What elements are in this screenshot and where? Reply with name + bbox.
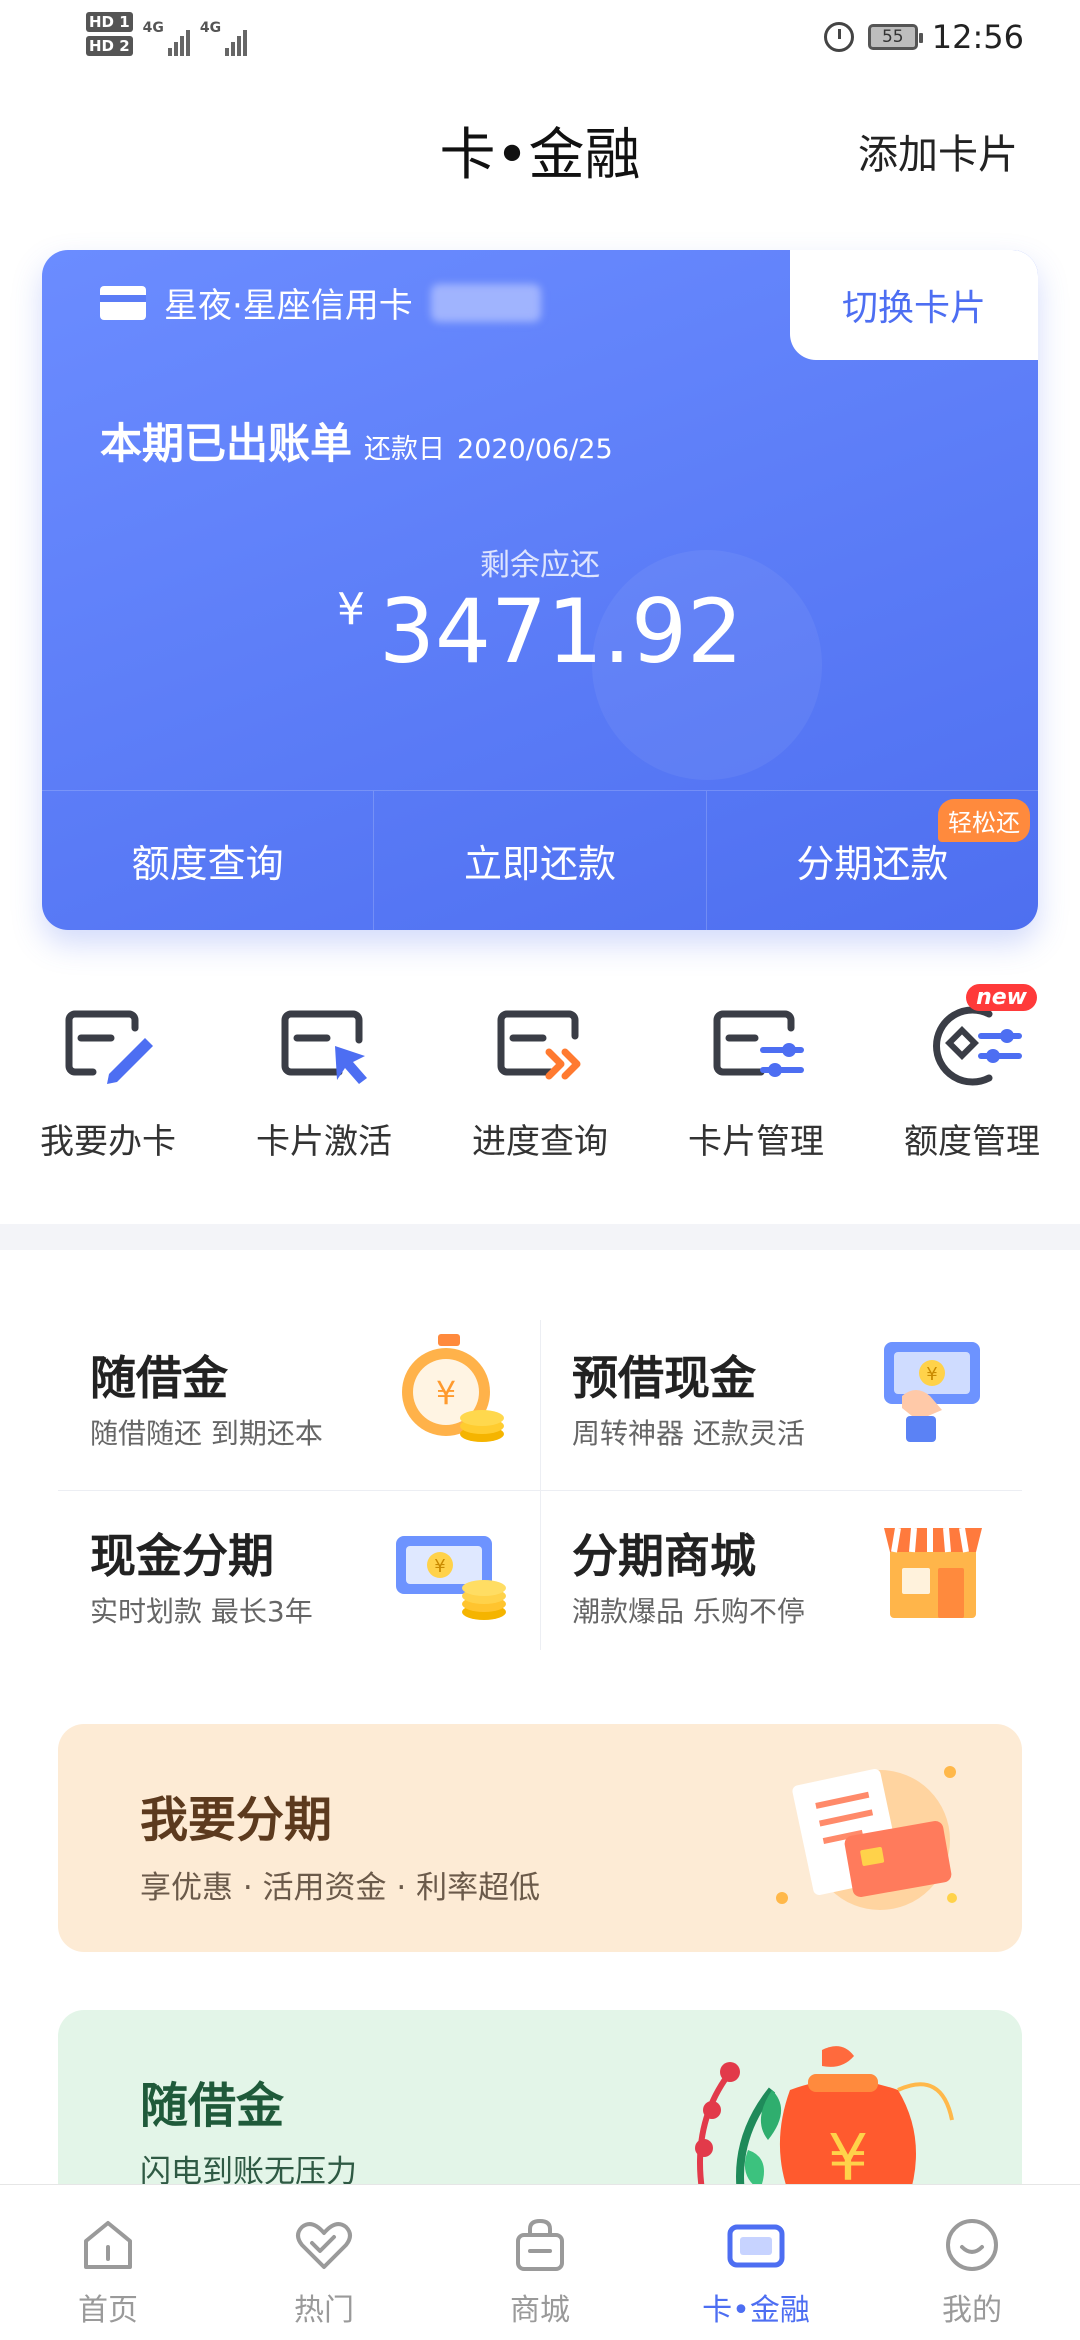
nav-item-hot[interactable]: 热门 [216, 2185, 432, 2340]
amount-value: 3471.92 [379, 580, 743, 683]
bottom-nav: 首页 热门 商城 卡•金融 我的 [0, 2184, 1080, 2340]
service-label: 卡片激活 [256, 1122, 392, 1162]
status-bar: HD 1 HD 2 4G 4G 55 12:56 [0, 0, 1080, 80]
finance-item-title: 随借金 [90, 1351, 228, 1405]
finance-item-desc: 周转神器 还款灵活 [572, 1417, 805, 1450]
finance-item-title: 现金分期 [90, 1529, 274, 1583]
service-label: 额度管理 [904, 1122, 1040, 1162]
section-divider [0, 1224, 1080, 1250]
grid-divider-horizontal [58, 1490, 1022, 1491]
finance-grid: 随借金 随借随还 到期还本 ¥ 预借现金 周转神器 还款灵活 ¥ 现金分期 实时… [58, 1320, 1022, 1650]
finance-item-cash-installment[interactable]: 现金分期 实时划款 最长3年 ¥ [58, 1498, 540, 1663]
finance-item-desc: 潮款爆品 乐购不停 [572, 1595, 805, 1628]
card-pen-icon [53, 990, 163, 1100]
banknote-coins-icon: ¥ [390, 1508, 510, 1628]
svg-text:¥: ¥ [926, 1364, 937, 1385]
service-apply-card[interactable]: 我要办卡 [0, 990, 216, 1190]
clock: 12:56 [931, 18, 1024, 56]
repay-now-button[interactable]: 立即还款 [374, 791, 707, 930]
bill-title: 本期已出账单 [100, 419, 353, 468]
new-badge: new [966, 984, 1037, 1011]
service-label: 我要办卡 [40, 1122, 176, 1162]
alarm-icon [823, 22, 854, 52]
grid-divider-vertical [540, 1320, 541, 1650]
repay-now-label: 立即还款 [463, 842, 616, 886]
add-card-button[interactable]: 添加卡片 [858, 122, 1018, 180]
home-icon [84, 2221, 132, 2269]
limit-manage-icon: new [917, 984, 1037, 1100]
nav-label: 我的 [942, 2293, 1002, 2328]
status-right: 55 12:56 [823, 18, 1024, 56]
card-name: 星夜·星座信用卡 [164, 286, 413, 326]
card-name-row: 星夜·星座信用卡 [100, 278, 541, 327]
nav-label: 卡•金融 [702, 2293, 810, 2328]
nav-item-home[interactable]: 首页 [0, 2185, 216, 2340]
nav-label: 首页 [78, 2293, 138, 2328]
signal-icon: 4G [199, 20, 248, 56]
bill-title-row: 本期已出账单 还款日 2020/06/25 [100, 410, 613, 471]
card-progress-icon [485, 990, 595, 1100]
due-date: 2020/06/25 [457, 434, 613, 465]
service-limit-manage[interactable]: new 额度管理 [864, 984, 1080, 1190]
shopping-bag-icon [516, 2218, 564, 2271]
svg-text:¥: ¥ [434, 1556, 445, 1577]
service-card-manage[interactable]: 卡片管理 [648, 990, 864, 1190]
card-finance-page: HD 1 HD 2 4G 4G 55 12:56 卡•金融 添加卡片 星夜·星座… [0, 0, 1080, 2340]
nav-item-card-finance[interactable]: 卡•金融 [648, 2185, 864, 2340]
nav-item-mall[interactable]: 商城 [432, 2185, 648, 2340]
network-type-2: 4G [199, 20, 222, 36]
limit-query-label: 额度查询 [131, 842, 284, 886]
svg-text:¥: ¥ [436, 1374, 456, 1412]
switch-card-button[interactable]: 切换卡片 [790, 250, 1038, 360]
finance-item-title: 分期商城 [572, 1529, 756, 1583]
card-icon [727, 2224, 785, 2268]
card-manage-icon [701, 990, 811, 1100]
header: 卡•金融 添加卡片 [0, 100, 1080, 200]
installment-repay-label: 分期还款 [796, 842, 949, 886]
promo-subtitle: 享优惠 · 活用资金 · 利率超低 [140, 1870, 541, 1906]
finance-item-title: 预借现金 [572, 1351, 756, 1405]
store-icon [872, 1508, 992, 1628]
promo-title: 我要分期 [140, 1792, 333, 1848]
finance-item-desc: 随借随还 到期还本 [90, 1417, 323, 1450]
signal-group: HD 1 HD 2 4G 4G [86, 12, 248, 72]
service-row: 我要办卡 卡片激活 进度查询 卡片管理 new 额度管理 [0, 984, 1080, 1190]
network-type-1: 4G [142, 20, 164, 36]
finance-item-desc: 实时划款 最长3年 [90, 1595, 313, 1628]
signal-icon: 4G [143, 20, 190, 56]
currency-symbol: ¥ [337, 584, 366, 635]
service-activate-card[interactable]: 卡片激活 [216, 990, 432, 1190]
stopwatch-coin-icon: ¥ [390, 1330, 510, 1450]
nav-label: 热门 [294, 2293, 354, 2328]
finance-item-cash-advance[interactable]: 预借现金 周转神器 还款灵活 ¥ [540, 1320, 1022, 1485]
card-actions: 额度查询 立即还款 分期还款 轻松还 [42, 790, 1038, 930]
service-label: 卡片管理 [688, 1122, 824, 1162]
cash-hand-icon: ¥ [872, 1330, 992, 1450]
remaining-amount[interactable]: ¥3471.92 [42, 580, 1038, 683]
masked-card-number [430, 283, 541, 322]
easy-repay-badge: 轻松还 [937, 799, 1030, 842]
due-label: 还款日 [364, 434, 446, 465]
remaining-label: 剩余应还 [480, 548, 600, 583]
limit-query-button[interactable]: 额度查询 [42, 791, 375, 930]
card-cursor-icon [269, 990, 379, 1100]
promo-title: 随借金 [140, 2078, 285, 2134]
hd-indicators: HD 1 HD 2 [86, 12, 133, 56]
credit-card-icon [100, 285, 146, 320]
bill-card: 星夜·星座信用卡 本期已出账单 还款日 2020/06/25 剩余应还 ¥347… [42, 250, 1038, 930]
service-label: 进度查询 [472, 1122, 608, 1162]
hd2-indicator: HD 2 [86, 36, 133, 56]
profile-icon [946, 2219, 998, 2271]
bill-card-icon [776, 1766, 957, 1910]
finance-item-installment-mall[interactable]: 分期商城 潮款爆品 乐购不停 [540, 1498, 1022, 1663]
service-progress-query[interactable]: 进度查询 [432, 990, 648, 1190]
battery-icon: 55 [867, 24, 923, 50]
nav-item-mine[interactable]: 我的 [864, 2185, 1080, 2340]
installment-repay-button[interactable]: 分期还款 轻松还 [707, 791, 1038, 930]
nav-label: 商城 [510, 2293, 570, 2328]
hd1-indicator: HD 1 [86, 12, 133, 32]
installment-promo-banner[interactable]: 我要分期 享优惠 · 活用资金 · 利率超低 [58, 1724, 1022, 1952]
heart-icon [296, 2222, 352, 2269]
finance-item-suijiejin[interactable]: 随借金 随借随还 到期还本 ¥ [58, 1320, 540, 1485]
